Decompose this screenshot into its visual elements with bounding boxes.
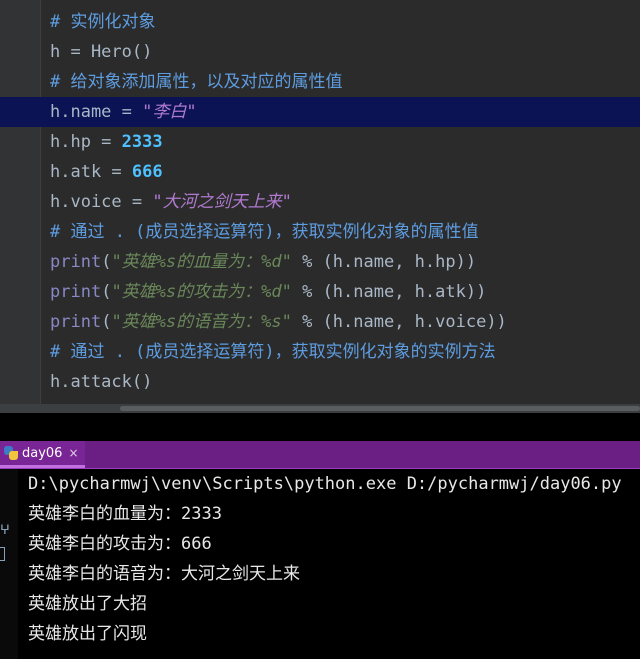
code-line[interactable]: h.attack() [0, 367, 640, 397]
code-line[interactable]: h = Hero() [0, 37, 640, 67]
code-line[interactable]: print("英雄%s的语音为：%s" % (h.name, h.voice)) [0, 307, 640, 337]
code-token-builtin: print [50, 312, 102, 332]
code-token-comment: # 给对象添加属性，以及对应的属性值 [50, 72, 343, 92]
code-token-string2: "大河之剑天上来" [152, 192, 292, 212]
code-token-builtin: print [50, 282, 102, 302]
code-line-current[interactable]: h.name = "李白" [0, 97, 640, 127]
panel-gap [0, 413, 640, 441]
code-token-ident: % (h.name, h.hp)) [291, 252, 477, 272]
code-token-string: "英雄%s的攻击为：%d" [111, 282, 292, 302]
code-line[interactable]: # 通过 . (成员选择运算符)，获取实例化对象的实例方法 [0, 337, 640, 367]
code-token-ident: h = Hero() [50, 42, 153, 62]
close-icon[interactable]: × [68, 446, 78, 460]
code-token-string2: "李白" [142, 102, 197, 122]
code-token-ident: ( [101, 252, 112, 272]
code-line[interactable]: h.voice = "大河之剑天上来" [0, 187, 640, 217]
run-tab-label: day06 [22, 445, 63, 461]
console-line-output: 英雄李白的语音为：大河之剑天上来 [28, 564, 300, 584]
editor-scrollbar-thumb[interactable] [120, 406, 640, 411]
code-token-ident: h.attack() [50, 372, 153, 392]
code-line[interactable]: print("英雄%s的血量为：%d" % (h.name, h.hp)) [0, 247, 640, 277]
console-line-command: D:\pycharmwj\venv\Scripts\python.exe D:/… [28, 474, 622, 494]
run-tab-day06[interactable]: day06 × [0, 441, 85, 468]
code-token-string: "英雄%s的血量为：%d" [111, 252, 292, 272]
console-line-output: 英雄放出了闪现 [28, 624, 147, 644]
console-line-output: 英雄李白的血量为：2333 [28, 504, 222, 524]
code-token-builtin: print [50, 252, 102, 272]
code-line[interactable]: # 实例化对象 [0, 7, 640, 37]
code-token-ident: h.hp = [50, 132, 122, 152]
code-token-ident: h.name = [50, 102, 143, 122]
run-tab-bar: day06 × [0, 441, 640, 469]
code-token-ident: ( [101, 312, 112, 332]
rerun-icon[interactable]: ⵖ [0, 523, 10, 538]
code-line[interactable]: # 给对象添加属性，以及对应的属性值 [0, 67, 640, 97]
scroll-to-end-icon[interactable] [0, 547, 5, 561]
code-token-comment: # 通过 . (成员选择运算符)，获取实例化对象的实例方法 [50, 342, 496, 362]
code-token-number: 666 [131, 162, 163, 182]
code-token-ident: % (h.name, h.voice)) [291, 312, 507, 332]
code-line[interactable]: h.hp = 2333 [0, 127, 640, 157]
code-line[interactable]: h.atk = 666 [0, 157, 640, 187]
code-token-string: "英雄%s的语音为：%s" [111, 312, 292, 332]
code-line[interactable]: print("英雄%s的攻击为：%d" % (h.name, h.atk)) [0, 277, 640, 307]
code-token-number: 2333 [121, 132, 163, 152]
console-line-output: 英雄李白的攻击为：666 [28, 534, 212, 554]
code-editor[interactable]: # 实例化对象 h = Hero() # 给对象添加属性，以及对应的属性值 h.nam… [0, 0, 640, 413]
run-console[interactable]: ⵖ D:\pycharmwj\venv\Scripts\python.exe D… [0, 469, 640, 659]
code-token-ident: ( [101, 282, 112, 302]
code-token-comment: # 通过 . (成员选择运算符)，获取实例化对象的属性值 [50, 222, 479, 242]
console-line-output: 英雄放出了大招 [28, 594, 147, 614]
code-token-ident: % (h.name, h.atk)) [291, 282, 487, 302]
code-token-ident: h.voice = [50, 192, 153, 212]
code-token-ident: h.atk = [50, 162, 132, 182]
code-line[interactable]: # 通过 . (成员选择运算符)，获取实例化对象的属性值 [0, 217, 640, 247]
console-toolbar: ⵖ [0, 469, 18, 659]
python-icon [4, 446, 18, 460]
code-token-comment: # 实例化对象 [50, 12, 156, 32]
